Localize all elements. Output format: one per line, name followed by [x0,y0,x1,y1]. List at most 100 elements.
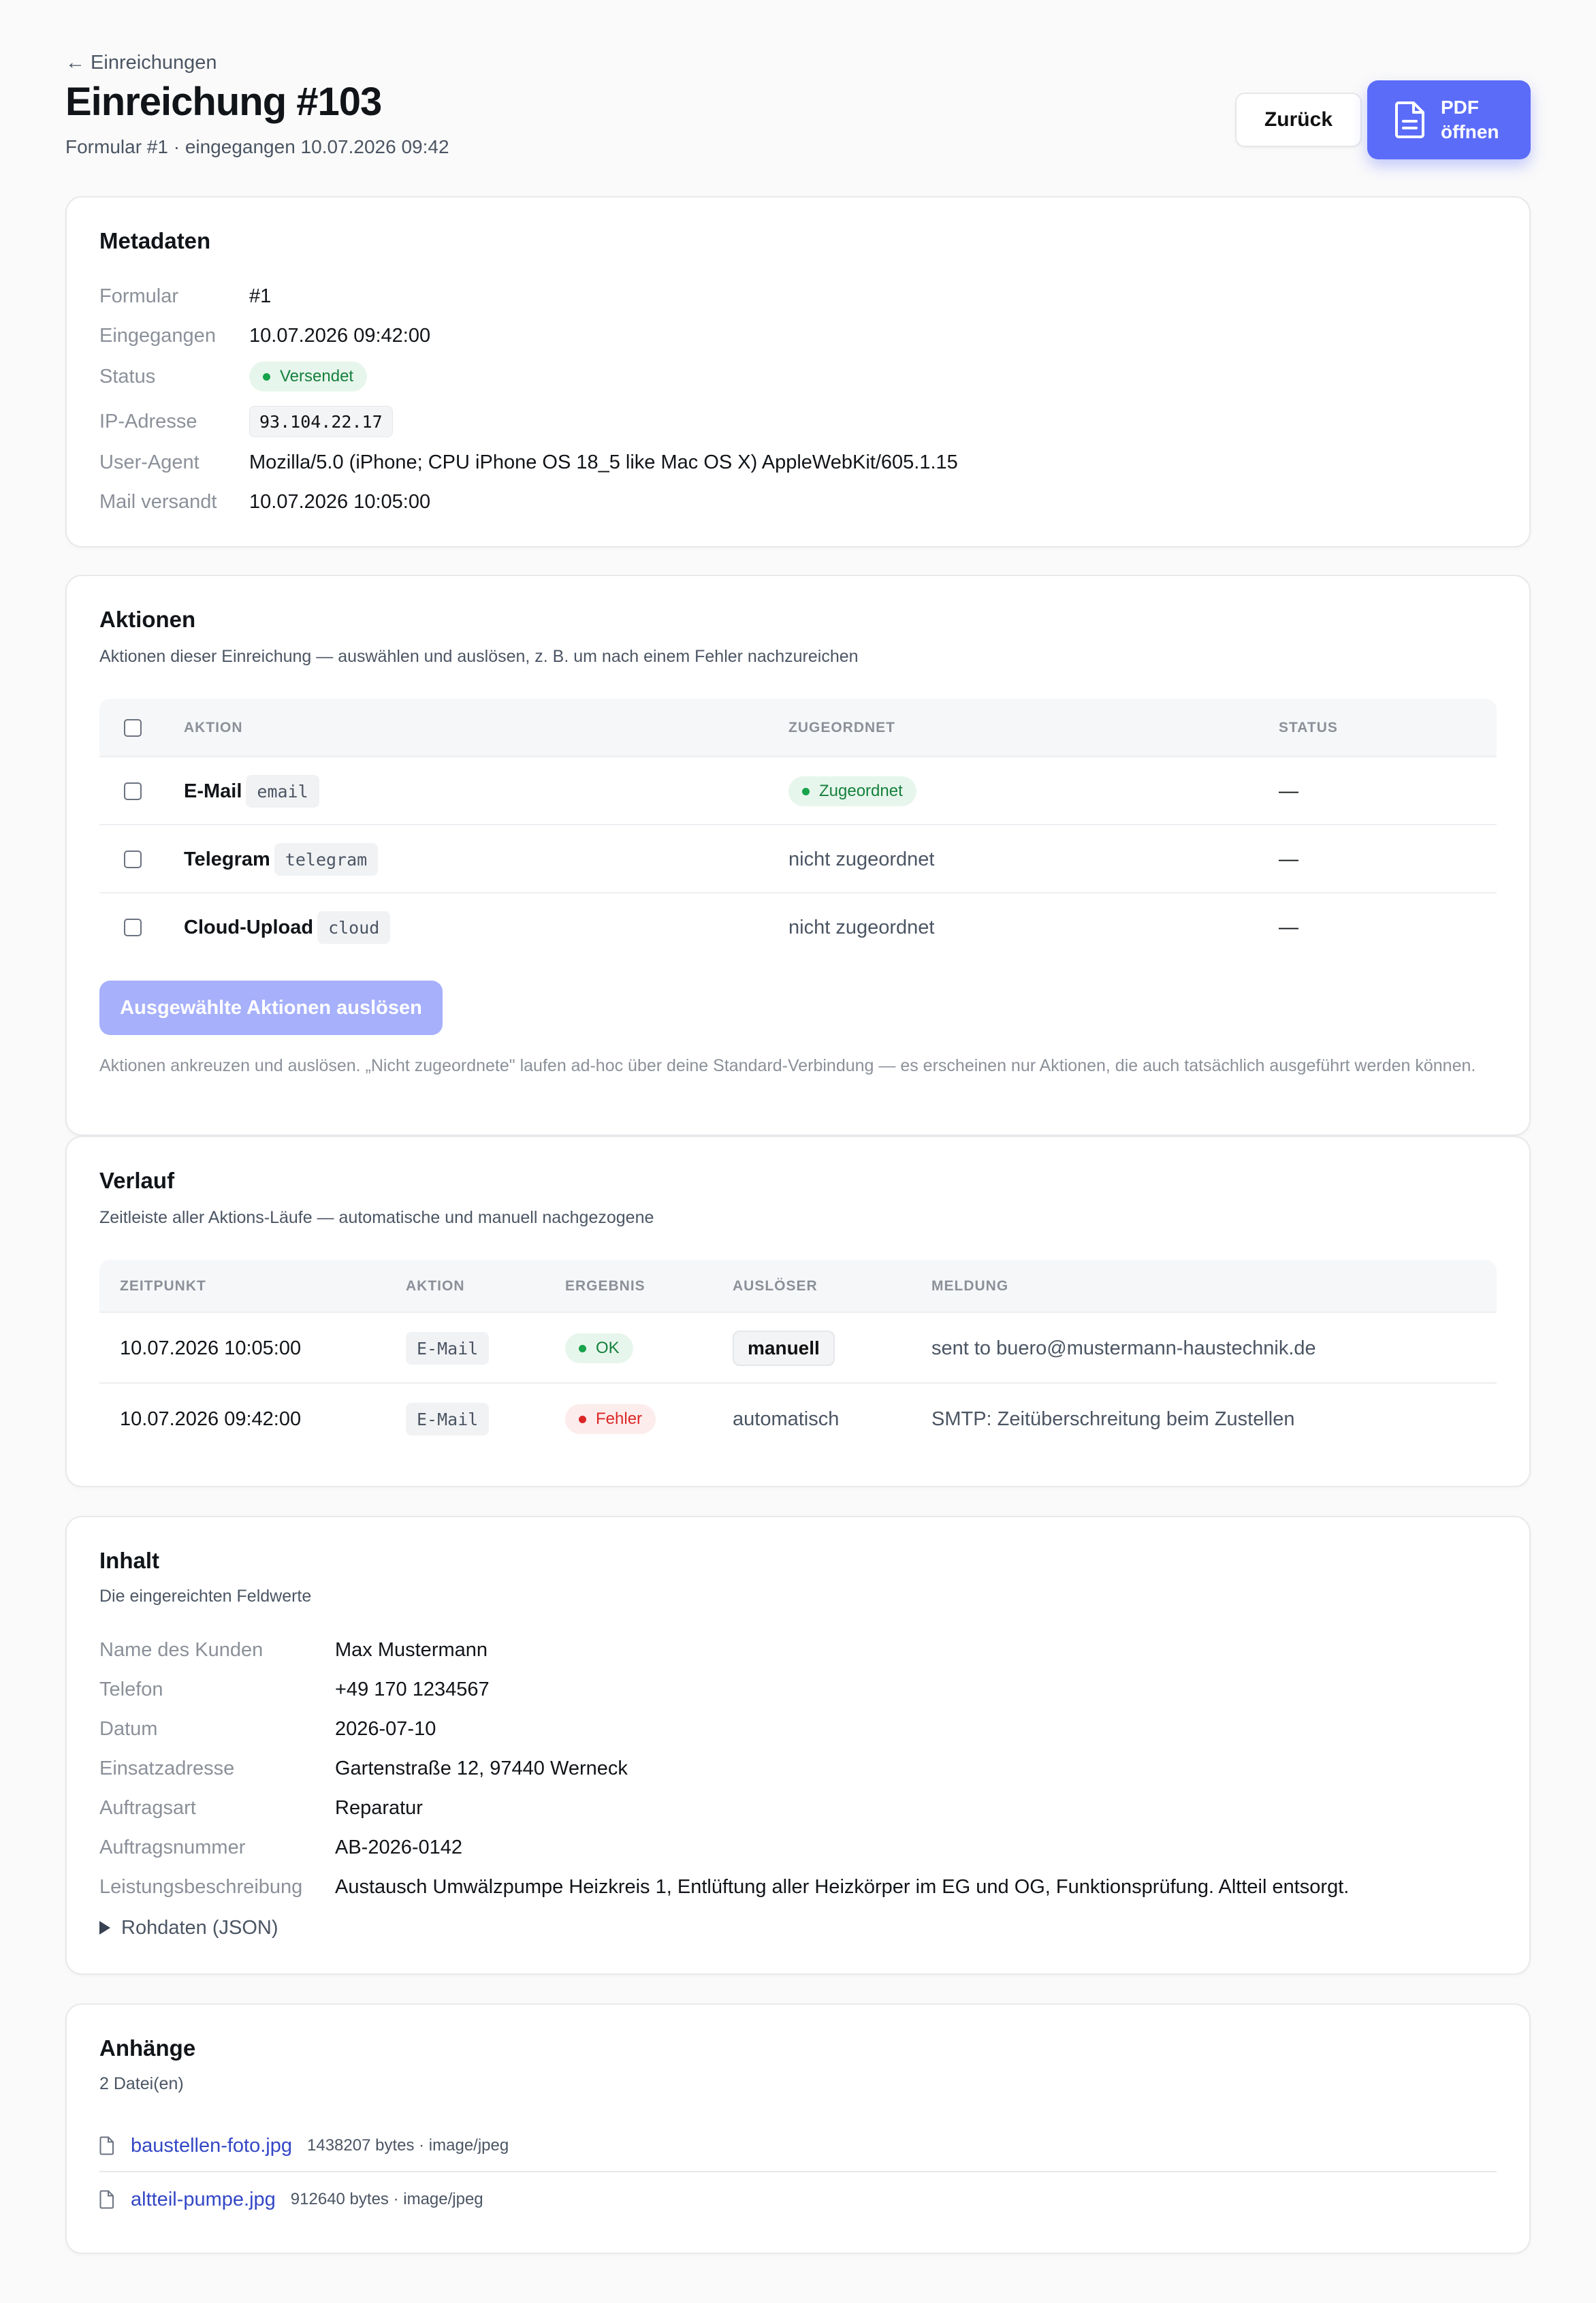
action-status: — [1279,780,1298,802]
actions-table: AKTION ZUGEORDNET STATUS E-Mail email Zu… [99,699,1497,971]
actions-table-header: AKTION ZUGEORDNET STATUS [99,699,1497,757]
document-icon [1395,101,1424,138]
history-table-header: ZEITPUNKT AKTION ERGEBNIS AUSLÖSER MELDU… [99,1260,1497,1313]
history-action: E-Mail [406,1332,490,1365]
attachment-link[interactable]: altteil-pumpe.jpg [131,2189,276,2211]
action-row-email: E-Mail email Zugeordnet — [99,757,1497,825]
meta-row-eingegangen: Eingegangen 10.07.2026 09:42:00 [99,316,430,355]
page-header: ← Einreichungen Einreichung #103 Formula… [65,48,1531,163]
attachments-subtitle: 2 Datei(en) [99,2074,184,2093]
page-subtitle: Formular #1 · eingegangen 10.07.2026 09:… [65,136,449,157]
attachments-title: Anhänge [99,2035,196,2061]
action-name: Telegram [184,848,270,870]
meta-row-user-agent: User-Agent Mozilla/5.0 (iPhone; CPU iPho… [99,443,958,482]
metadata-title: Metadaten [99,228,211,253]
meta-key: Formular [99,285,179,307]
status-dot-icon [579,1344,586,1352]
action-code: email [246,775,319,808]
col-ausloeser: AUSLÖSER [733,1278,818,1294]
content-row: Leistungsbeschreibung Austausch Umwälzpu… [99,1875,1350,1898]
content-row: Name des Kunden Max Mustermann [99,1638,488,1661]
metadata-card: Metadaten Formular #1 Eingegangen 10.07.… [65,196,1531,547]
status-dot-icon [802,787,810,795]
meta-row-ip: IP-Adresse 93.104.22.17 [99,402,393,441]
history-table: ZEITPUNKT AKTION ERGEBNIS AUSLÖSER MELDU… [99,1260,1497,1457]
meta-value: Mozilla/5.0 (iPhone; CPU iPhone OS 18_5 … [249,451,958,473]
select-all-checkbox[interactable] [124,719,142,737]
run-selected-actions-button[interactable]: Ausgewählte Aktionen auslösen [99,981,443,1035]
history-row: 10.07.2026 09:42:00 E-Mail Fehler automa… [99,1384,1497,1455]
meta-value: 10.07.2026 10:05:00 [249,490,431,513]
content-subtitle: Die eingereichten Feldwerte [99,1587,312,1606]
result-badge-error: Fehler [565,1404,656,1434]
attachment-row: baustellen-foto.jpg 1438207 bytes · imag… [99,2121,1497,2172]
attachment-meta: 912640 bytes · image/jpeg [290,2190,483,2208]
open-pdf-button[interactable]: PDF öffnen [1367,80,1531,159]
meta-key: User-Agent [99,451,200,473]
actions-subtitle: Aktionen dieser Einreichung — auswählen … [99,647,859,666]
content-card: Inhalt Die eingereichten Feldwerte Name … [65,1516,1531,1975]
assigned-text: nicht zugeordnet [788,916,935,938]
content-row: Einsatzadresse Gartenstraße 12, 97440 We… [99,1757,628,1779]
history-time: 10.07.2026 09:42:00 [120,1408,302,1430]
trigger-text: automatisch [733,1408,840,1430]
assigned-text: nicht zugeordnet [788,848,935,870]
action-code: cloud [317,911,391,944]
action-checkbox[interactable] [124,782,142,800]
action-status: — [1279,916,1298,938]
open-pdf-label: PDF öffnen [1441,97,1499,142]
back-button[interactable]: Zurück [1235,93,1362,147]
col-aktion: AKTION [184,720,243,735]
meta-value: 10.07.2026 09:42:00 [249,324,431,347]
attachment-link[interactable]: baustellen-foto.jpg [131,2135,292,2157]
col-zeitpunkt: ZEITPUNKT [120,1278,206,1294]
col-status: STATUS [1279,720,1338,735]
history-subtitle: Zeitleiste aller Aktions-Läufe — automat… [99,1208,654,1227]
file-icon [99,2136,114,2155]
history-message: sent to buero@mustermann-haustechnik.de [931,1337,1316,1359]
col-ergebnis: ERGEBNIS [565,1278,645,1294]
breadcrumb-back-link[interactable]: ← Einreichungen [65,48,217,78]
meta-row-status: Status Versendet [99,357,368,396]
col-meldung: MELDUNG [931,1278,1009,1294]
attachment-meta: 1438207 bytes · image/jpeg [307,2136,509,2155]
attachment-row: altteil-pumpe.jpg 912640 bytes · image/j… [99,2174,1497,2225]
history-action: E-Mail [406,1403,490,1435]
col-aktion: AKTION [406,1278,465,1294]
action-checkbox[interactable] [124,919,142,936]
action-name: E-Mail [184,780,242,802]
content-row: Auftragsart Reparatur [99,1796,423,1819]
status-badge: Versendet [249,362,368,392]
actions-note: Aktionen ankreuzen und auslösen. „Nicht … [99,1056,1476,1075]
raw-json-toggle[interactable]: Rohdaten (JSON) [99,1911,278,1945]
file-icon [99,2190,114,2209]
actions-title: Aktionen [99,607,196,632]
col-zugeordnet: ZUGEORDNET [788,720,895,735]
history-row: 10.07.2026 10:05:00 E-Mail OK manuell se… [99,1313,1497,1384]
content-row: Telefon +49 170 1234567 [99,1678,490,1700]
status-dot-icon [579,1415,586,1423]
meta-key: Status [99,365,156,387]
action-code: telegram [274,843,379,876]
history-card: Verlauf Zeitleiste aller Aktions-Läufe —… [65,1136,1531,1487]
meta-key: IP-Adresse [99,410,197,432]
action-checkbox[interactable] [124,851,142,868]
action-status: — [1279,848,1298,870]
trigger-chip: manuell [733,1331,835,1366]
content-row: Datum 2026-07-10 [99,1717,436,1740]
meta-row-mail-versandt: Mail versandt 10.07.2026 10:05:00 [99,482,430,522]
history-message: SMTP: Zeitüberschreitung beim Zustellen [931,1408,1295,1430]
assigned-badge: Zugeordnet [788,776,916,806]
history-title: Verlauf [99,1168,175,1193]
action-row-cloud: Cloud-Upload cloud nicht zugeordnet — [99,893,1497,962]
ip-value: 93.104.22.17 [249,406,393,437]
caret-right-icon [99,1921,110,1935]
content-title: Inhalt [99,1548,159,1573]
meta-key: Eingegangen [99,324,216,347]
status-dot-icon [263,372,270,381]
history-time: 10.07.2026 10:05:00 [120,1337,302,1359]
result-badge-ok: OK [565,1333,633,1363]
action-row-telegram: Telegram telegram nicht zugeordnet — [99,825,1497,893]
meta-key: Mail versandt [99,490,217,513]
page-title: Einreichung #103 [65,80,382,124]
